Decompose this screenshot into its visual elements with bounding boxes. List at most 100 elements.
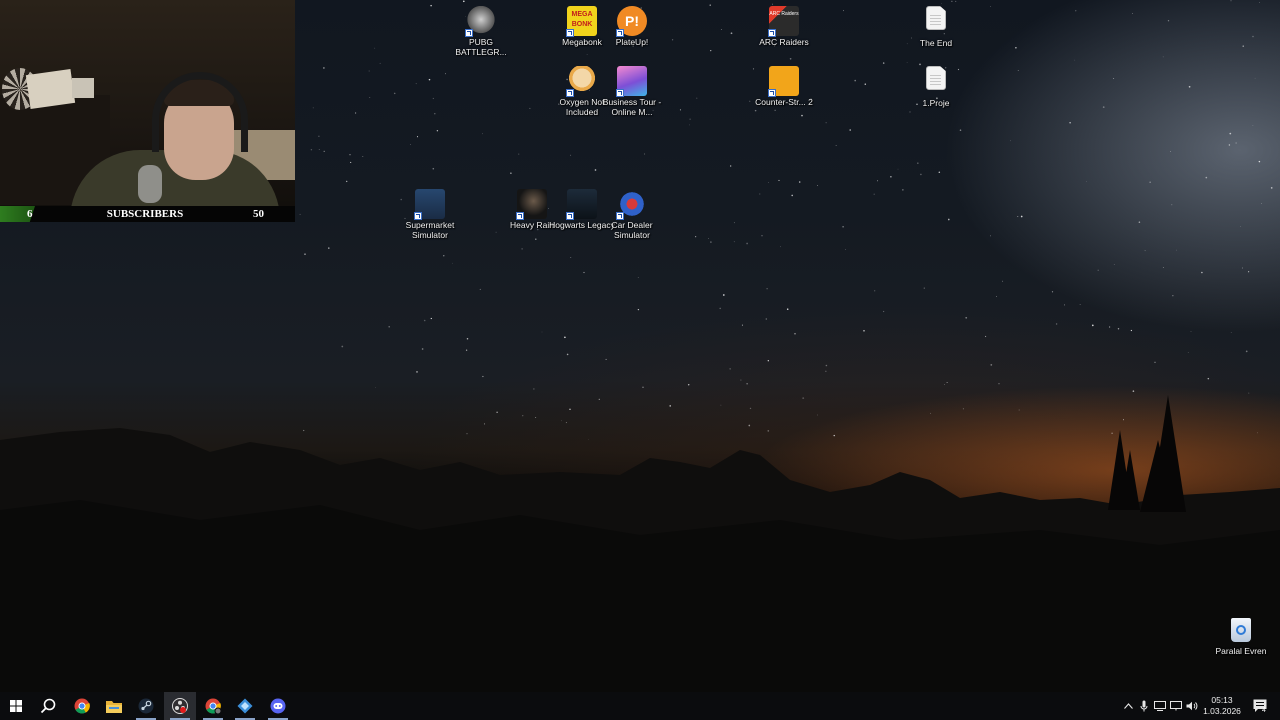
desktop-icon-counter-strike-2[interactable]: Counter-Str... 2 xyxy=(749,66,819,107)
star xyxy=(864,83,867,85)
star xyxy=(570,257,572,258)
start-button[interactable] xyxy=(0,692,32,720)
subscriber-label: SUBSCRIBERS xyxy=(106,208,184,220)
taskbar-clock[interactable]: 05:13 1.03.2026 xyxy=(1198,695,1246,717)
obs-icon xyxy=(172,698,188,714)
star xyxy=(1064,304,1065,306)
taskbar-app[interactable] xyxy=(229,692,261,720)
star xyxy=(938,171,941,173)
star xyxy=(495,231,497,233)
star xyxy=(798,181,801,183)
microphone-icon[interactable] xyxy=(1136,692,1152,720)
star xyxy=(430,317,432,320)
star xyxy=(1230,332,1232,334)
star xyxy=(1162,267,1164,268)
star xyxy=(772,3,773,5)
star xyxy=(368,70,370,72)
microphone xyxy=(138,165,162,203)
star xyxy=(909,111,911,113)
star xyxy=(345,180,348,183)
star xyxy=(566,353,569,356)
star xyxy=(754,109,757,112)
network-icon[interactable] xyxy=(1168,692,1184,720)
notification-count: 4 xyxy=(1262,707,1266,714)
star xyxy=(1235,142,1237,144)
star xyxy=(835,145,837,146)
star xyxy=(671,39,674,41)
star xyxy=(1170,151,1171,153)
desktop-icon-supermarket-simulator[interactable]: Supermarket Simulator xyxy=(395,189,465,240)
taskbar-file-explorer[interactable] xyxy=(98,692,130,720)
star xyxy=(825,370,827,372)
star xyxy=(1017,70,1019,71)
taskbar-obs[interactable] xyxy=(164,692,196,720)
star xyxy=(1149,181,1151,183)
star xyxy=(482,133,483,135)
star xyxy=(995,296,997,297)
desktop-icon-recycle-bin[interactable]: Paralal Evren xyxy=(1206,618,1276,656)
desktop-icon-car-dealer-simulator[interactable]: Car Dealer Simulator xyxy=(597,189,667,240)
oxygen-not-included-icon xyxy=(566,66,597,97)
star xyxy=(432,97,434,100)
star xyxy=(541,331,543,333)
star xyxy=(786,308,789,310)
taskbar-discord[interactable] xyxy=(262,692,294,720)
recycle-bin-icon xyxy=(1231,618,1251,642)
star xyxy=(416,371,418,373)
action-center-button[interactable]: 4 xyxy=(1250,692,1270,720)
desktop-icon-the-end[interactable]: The End xyxy=(901,6,971,48)
desktop-icon-pubg[interactable]: PUBG BATTLEGR... xyxy=(446,6,516,57)
star xyxy=(919,63,921,66)
star xyxy=(1074,59,1076,61)
taskbar-chrome-profile[interactable] xyxy=(197,692,229,720)
star xyxy=(318,135,320,137)
star xyxy=(1055,323,1058,325)
star xyxy=(1113,77,1115,80)
star xyxy=(423,319,426,322)
desktop-background: 6 SUBSCRIBERS 50 PUBG BATTLEGR... MEGA B… xyxy=(0,0,1280,692)
star xyxy=(323,150,325,153)
desktop-icon-plateup[interactable]: P! PlateUp! xyxy=(597,6,667,47)
star xyxy=(445,73,446,75)
headset xyxy=(152,72,248,152)
discord-icon xyxy=(270,698,286,714)
star xyxy=(432,167,435,170)
star xyxy=(328,247,330,249)
taskbar: 05:13 1.03.2026 4 xyxy=(0,692,1280,720)
star xyxy=(521,248,523,250)
star xyxy=(789,57,792,60)
taskbar-chrome[interactable] xyxy=(66,692,98,720)
star xyxy=(959,129,962,131)
star xyxy=(349,154,351,156)
star xyxy=(897,168,899,170)
star xyxy=(430,4,432,7)
star xyxy=(774,109,776,111)
star xyxy=(362,156,364,157)
star xyxy=(529,107,531,109)
star xyxy=(1228,144,1231,146)
star xyxy=(369,97,371,98)
star xyxy=(1259,1,1260,3)
star xyxy=(1239,226,1241,227)
star xyxy=(733,241,735,243)
desktop-icon-1-proje[interactable]: 1.Proje xyxy=(901,66,971,108)
file-explorer-icon xyxy=(106,701,122,713)
start-icon xyxy=(10,700,22,712)
star xyxy=(719,307,721,310)
show-hidden-icons[interactable] xyxy=(1120,692,1136,720)
display-icon[interactable] xyxy=(1152,692,1168,720)
taskbar-steam[interactable] xyxy=(130,692,162,720)
star xyxy=(463,0,465,3)
star xyxy=(443,255,445,257)
star xyxy=(780,246,781,248)
star xyxy=(410,144,411,145)
star xyxy=(689,124,690,126)
search-button[interactable] xyxy=(32,692,64,720)
desktop-icon-arc-raiders[interactable]: ARC Raiders ARC Raiders xyxy=(749,6,819,47)
desktop-icon-business-tour[interactable]: Business Tour - Online M... xyxy=(597,66,667,117)
star xyxy=(730,165,732,167)
star xyxy=(1270,187,1273,189)
star xyxy=(310,148,313,151)
star xyxy=(605,358,607,360)
star xyxy=(990,235,991,237)
